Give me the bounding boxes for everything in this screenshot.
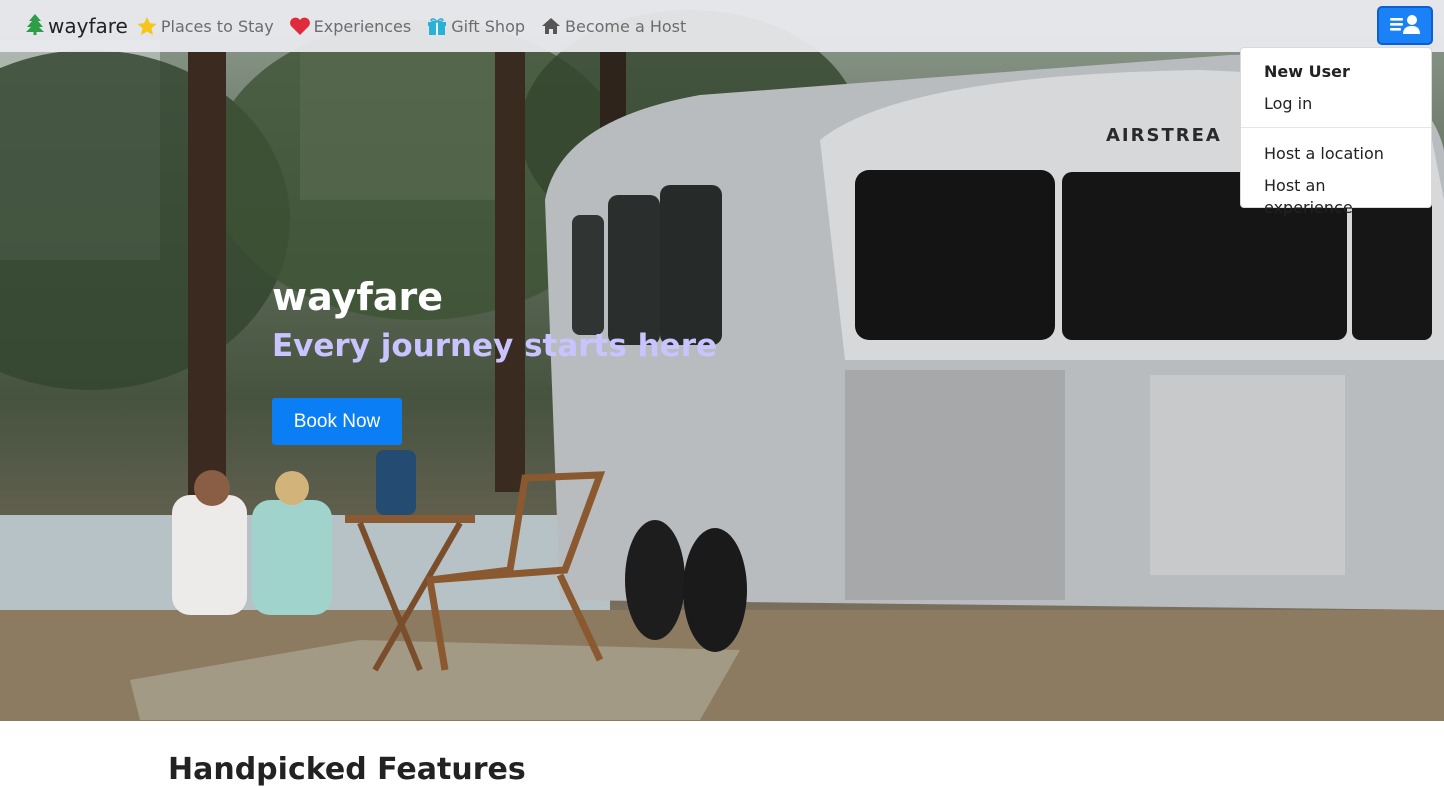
nav-link-label: Experiences bbox=[313, 16, 412, 36]
nav-link-become-a-host[interactable]: Become a Host bbox=[540, 16, 686, 36]
hero-title: wayfare bbox=[272, 275, 444, 319]
nav-link-gift-shop[interactable]: Gift Shop bbox=[426, 16, 525, 36]
top-navbar: wayfare Places to Stay Experiences Gift … bbox=[0, 0, 1444, 52]
tree-icon bbox=[26, 13, 44, 39]
nav-link-places-to-stay[interactable]: Places to Stay bbox=[136, 16, 274, 36]
star-icon bbox=[136, 16, 158, 36]
brand-link[interactable]: wayfare bbox=[26, 13, 128, 39]
svg-text:AIRSTREA: AIRSTREA bbox=[1106, 125, 1222, 146]
house-icon bbox=[540, 16, 562, 36]
heart-icon bbox=[289, 16, 311, 36]
nav-link-label: Places to Stay bbox=[160, 16, 274, 36]
gift-icon bbox=[426, 16, 448, 36]
user-menu-button[interactable] bbox=[1377, 6, 1433, 45]
dropdown-item-new-user[interactable]: New User bbox=[1241, 61, 1431, 93]
book-now-button[interactable]: Book Now bbox=[272, 398, 402, 445]
brand-name: wayfare bbox=[48, 14, 128, 38]
nav-link-label: Become a Host bbox=[565, 16, 687, 36]
hero-subtitle: Every journey starts here bbox=[272, 328, 718, 364]
dropdown-item-log-in[interactable]: Log in bbox=[1241, 93, 1431, 125]
hero-background-image: AIRSTREA bbox=[0, 10, 1444, 721]
nav-link-experiences[interactable]: Experiences bbox=[289, 16, 412, 36]
nav-link-label: Gift Shop bbox=[451, 16, 526, 36]
dropdown-divider bbox=[1241, 127, 1431, 128]
dropdown-item-host-location[interactable]: Host a location bbox=[1241, 143, 1431, 175]
hero-section: AIRSTREA wayfare Every journey starts he… bbox=[0, 0, 1444, 721]
dropdown-item-host-experience[interactable]: Host an experience bbox=[1241, 175, 1431, 217]
menu-user-icon bbox=[1389, 13, 1421, 39]
user-dropdown-menu: New User Log in Host a location Host an … bbox=[1240, 47, 1432, 217]
